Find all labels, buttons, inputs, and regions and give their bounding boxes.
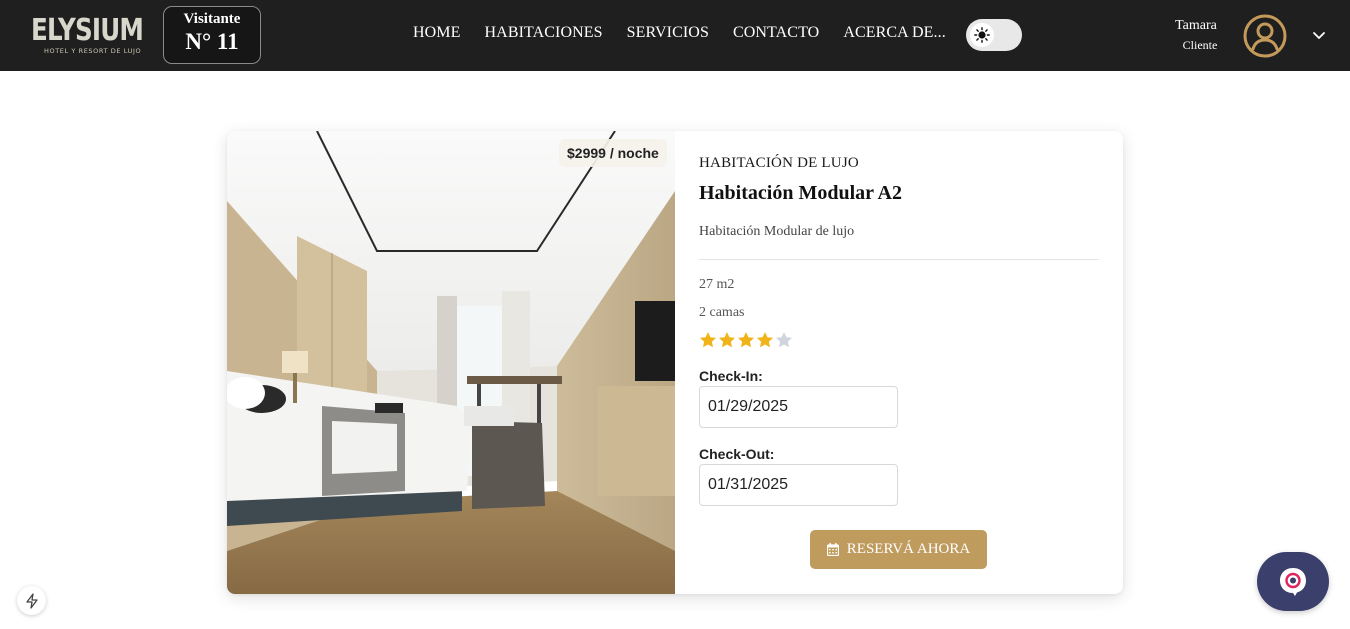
- brand-logo[interactable]: ELYSIUM HOTEL Y RESORT DE LUJO: [31, 13, 144, 59]
- dev-tools-button[interactable]: [17, 586, 46, 615]
- chevron-down-icon[interactable]: [1311, 27, 1327, 43]
- reserve-label: RESERVÁ AHORA: [846, 541, 971, 557]
- star-rating: [699, 331, 793, 349]
- star-empty-icon: [775, 332, 793, 348]
- nav-acerca-de[interactable]: ACERCA DE...: [843, 24, 946, 46]
- star-filled-icon: [756, 332, 774, 348]
- nav-servicios[interactable]: SERVICIOS: [627, 24, 709, 46]
- checkout-label: Check-Out:: [699, 446, 775, 462]
- user-circle-icon[interactable]: [1242, 13, 1288, 59]
- brand-tagline: HOTEL Y RESORT DE LUJO: [44, 47, 142, 55]
- room-card: $2999 / noche HABITACIÓN DE LUJO Habitac…: [227, 131, 1123, 594]
- checkin-date-input[interactable]: [699, 386, 898, 428]
- room-photo: [227, 131, 675, 594]
- checkin-label: Check-In:: [699, 368, 763, 384]
- reserve-button[interactable]: RESERVÁ AHORA: [810, 530, 987, 569]
- nav-contacto[interactable]: CONTACTO: [733, 24, 819, 46]
- user-name: Tamara: [1175, 18, 1217, 33]
- theme-knob: [970, 23, 994, 47]
- price-badge: $2999 / noche: [559, 139, 667, 167]
- top-navbar: ELYSIUM HOTEL Y RESORT DE LUJO Visitante…: [0, 0, 1350, 71]
- room-description: Habitación Modular de lujo: [699, 224, 855, 239]
- nav-habitaciones[interactable]: HABITACIONES: [485, 24, 603, 46]
- user-role: Cliente: [1182, 38, 1218, 52]
- calendar-icon: [826, 543, 839, 556]
- visitor-counter: Visitante N° 11: [163, 6, 261, 64]
- nav-home[interactable]: HOME: [413, 24, 461, 46]
- bolt-icon: [25, 592, 38, 609]
- divider: [699, 259, 1099, 260]
- checkout-date-input[interactable]: [699, 464, 898, 506]
- main-nav: HOME HABITACIONES SERVICIOS CONTACTO ACE…: [413, 24, 970, 46]
- visitor-label: Visitante: [183, 11, 241, 27]
- room-size: 27 m2: [699, 277, 735, 292]
- star-filled-icon: [718, 332, 736, 348]
- star-filled-icon: [699, 332, 717, 348]
- star-filled-icon: [737, 332, 755, 348]
- chat-button[interactable]: [1257, 552, 1329, 611]
- sun-icon: [974, 27, 990, 43]
- visitor-number: N° 11: [185, 29, 239, 54]
- theme-toggle[interactable]: [966, 19, 1022, 51]
- room-category: HABITACIÓN DE LUJO: [699, 155, 859, 171]
- room-beds: 2 camas: [699, 305, 745, 320]
- room-title: Habitación Modular A2: [699, 182, 902, 204]
- chat-icon: [1280, 567, 1306, 596]
- brand-name: ELYSIUM: [31, 13, 144, 48]
